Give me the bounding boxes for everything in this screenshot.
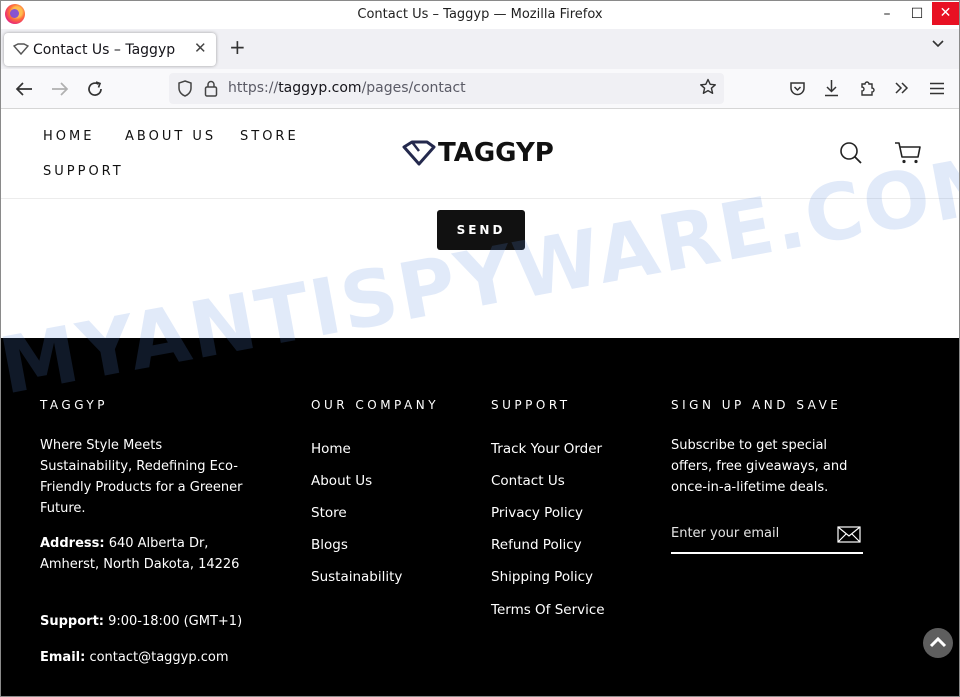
footer-heading-our-company: OUR COMPANY [311, 398, 440, 412]
envelope-submit-icon[interactable] [837, 526, 861, 543]
footer-signup-text: Subscribe to get special offers, free gi… [671, 438, 848, 495]
footer-address: Address: 640 Alberta Dr, Amherst, North … [40, 533, 250, 575]
footer-heading-support: SUPPORT [491, 398, 571, 412]
scroll-to-top-button[interactable] [923, 628, 953, 658]
new-tab-button[interactable]: + [229, 37, 246, 57]
back-arrow-icon[interactable] [15, 81, 33, 97]
site-header: HOME ABOUT US STORE SUPPORT TAGGYP [1, 110, 959, 199]
pocket-icon[interactable] [789, 80, 806, 97]
navigation-toolbar: https://taggyp.com/pages/contact [1, 69, 959, 109]
url-text[interactable]: https://taggyp.com/pages/contact [228, 80, 466, 96]
footer-link-privacy-policy[interactable]: Privacy Policy [491, 505, 583, 521]
close-window-button[interactable]: ✕ [932, 2, 959, 25]
window-title: Contact Us – Taggyp — Mozilla Firefox [357, 7, 603, 22]
newsletter-email-input[interactable] [671, 522, 831, 544]
footer-link-blogs[interactable]: Blogs [311, 537, 348, 553]
tab-label: Contact Us – Taggyp [33, 42, 176, 58]
site-footer: TAGGYP Where Style Meets Sustainability,… [1, 338, 959, 696]
tab-contact-us[interactable]: Contact Us – Taggyp ✕ [4, 33, 216, 66]
chevron-up-icon [929, 636, 947, 648]
logo-text: TAGGYP [438, 138, 554, 168]
send-button[interactable]: SEND [437, 210, 525, 250]
footer-tagline: Where Style Meets Sustainability, Redefi… [40, 438, 243, 516]
nav-about-us[interactable]: ABOUT US [125, 129, 216, 144]
forward-arrow-icon[interactable] [51, 81, 69, 97]
cart-icon[interactable] [894, 141, 922, 165]
search-icon[interactable] [839, 141, 863, 165]
bookmark-star-icon[interactable] [699, 78, 717, 96]
taggyp-favicon-icon [13, 43, 29, 56]
lock-icon[interactable] [204, 80, 218, 97]
taggyp-heart-logo-icon [402, 140, 436, 166]
footer-link-contact-us[interactable]: Contact Us [491, 473, 565, 489]
nav-support[interactable]: SUPPORT [43, 164, 124, 179]
downloads-icon[interactable] [823, 79, 840, 97]
maximize-button[interactable]: ☐ [902, 1, 932, 27]
tracking-protection-shield-icon[interactable] [177, 80, 193, 97]
address-label: Address: [40, 536, 105, 551]
minimize-button[interactable]: – [872, 1, 902, 27]
nav-store[interactable]: STORE [240, 129, 299, 144]
footer-link-about-us[interactable]: About Us [311, 473, 372, 489]
reload-icon[interactable] [86, 80, 104, 98]
url-path: /pages/contact [361, 80, 466, 96]
nav-home[interactable]: HOME [43, 129, 94, 144]
footer-link-shipping-policy[interactable]: Shipping Policy [491, 569, 593, 585]
footer-email: Email: contact@taggyp.com [40, 647, 270, 668]
footer-link-sustainability[interactable]: Sustainability [311, 569, 402, 585]
footer-link-home[interactable]: Home [311, 441, 351, 457]
url-bar[interactable]: https://taggyp.com/pages/contact [169, 73, 724, 104]
more-tools-chevron-icon[interactable] [894, 81, 910, 95]
support-label: Support: [40, 614, 104, 629]
url-scheme: https:// [228, 80, 279, 96]
list-all-tabs-icon[interactable] [931, 39, 945, 49]
footer-heading-sign-up: SIGN UP AND SAVE [671, 398, 842, 412]
footer-support-hours: Support: 9:00-18:00 (GMT+1) [40, 611, 270, 632]
footer-link-terms-of-service[interactable]: Terms Of Service [491, 602, 605, 618]
url-domain: taggyp.com [278, 80, 362, 96]
newsletter-form [671, 518, 863, 554]
close-tab-icon[interactable]: ✕ [194, 39, 207, 57]
email-value[interactable]: contact@taggyp.com [85, 650, 228, 665]
support-value: 9:00-18:00 (GMT+1) [103, 614, 243, 629]
tab-strip: Contact Us – Taggyp ✕ + [1, 29, 959, 69]
footer-link-refund-policy[interactable]: Refund Policy [491, 537, 582, 553]
email-label: Email: [40, 650, 86, 665]
extensions-icon[interactable] [859, 79, 876, 97]
footer-link-store[interactable]: Store [311, 505, 347, 521]
title-bar: Contact Us – Taggyp — Mozilla Firefox – … [1, 1, 959, 29]
footer-link-track-order[interactable]: Track Your Order [491, 441, 602, 457]
footer-heading-taggyp: TAGGYP [40, 398, 108, 412]
hamburger-menu-icon[interactable] [929, 82, 945, 95]
contact-form-area: SEND [1, 200, 959, 338]
browser-window: Contact Us – Taggyp — Mozilla Firefox – … [0, 0, 960, 697]
